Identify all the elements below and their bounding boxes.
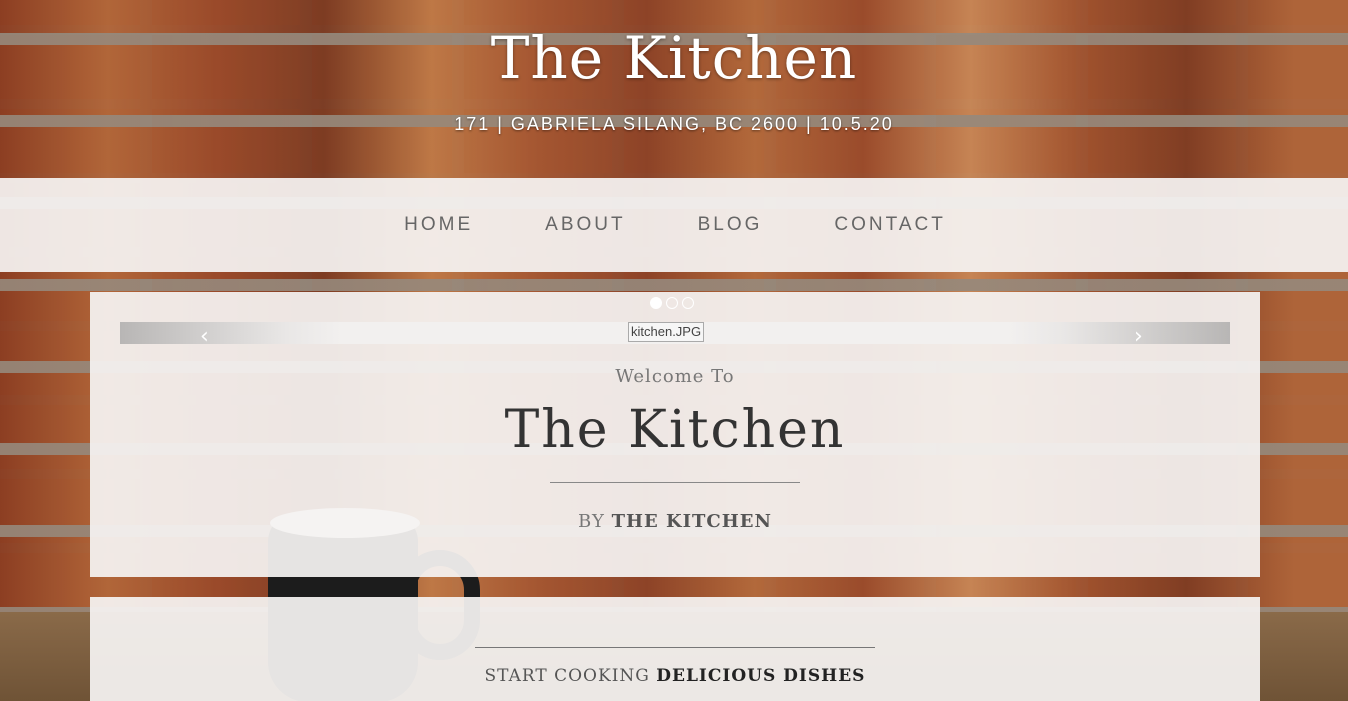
site-header: The Kitchen 171 | GABRIELA SILANG, BC 26… xyxy=(0,0,1348,178)
byline-name: THE KITCHEN xyxy=(611,511,772,532)
hero-carousel-panel: ‹ › kitchen.JPG Welcome To The Kitchen B… xyxy=(90,292,1260,577)
intro-section: START COOKING DELICIOUS DISHES xyxy=(90,597,1260,701)
broken-image-placeholder: kitchen.JPG xyxy=(628,322,705,342)
byline-prefix: BY xyxy=(578,511,605,532)
carousel-indicators xyxy=(650,297,694,309)
carousel-prev-button[interactable]: ‹ xyxy=(200,326,209,348)
nav-about-link[interactable]: ABOUT xyxy=(543,214,625,236)
main-nav: HOME ABOUT BLOG CONTACT xyxy=(0,178,1348,272)
nav-home-link[interactable]: HOME xyxy=(402,214,473,236)
site-address: 171 | GABRIELA SILANG, BC 2600 | 10.5.20 xyxy=(454,114,894,134)
hero-byline: BY THE KITCHEN xyxy=(90,511,1260,532)
nav-blog-link[interactable]: BLOG xyxy=(696,214,763,236)
carousel-indicator-2[interactable] xyxy=(666,297,678,309)
carousel-next-button[interactable]: › xyxy=(1134,326,1143,348)
hero-divider xyxy=(550,482,800,483)
hero-welcome-text: Welcome To xyxy=(615,366,735,387)
site-title: The Kitchen xyxy=(490,24,858,92)
carousel-indicator-1[interactable] xyxy=(650,297,662,309)
section-divider xyxy=(475,647,875,648)
hero-title: The Kitchen xyxy=(504,400,846,460)
section-heading-emphasis: DELICIOUS DISHES xyxy=(656,666,866,686)
carousel-indicator-3[interactable] xyxy=(682,297,694,309)
section-heading-prefix: START COOKING xyxy=(484,666,650,686)
section-heading: START COOKING DELICIOUS DISHES xyxy=(90,666,1260,686)
nav-contact-link[interactable]: CONTACT xyxy=(832,214,945,236)
